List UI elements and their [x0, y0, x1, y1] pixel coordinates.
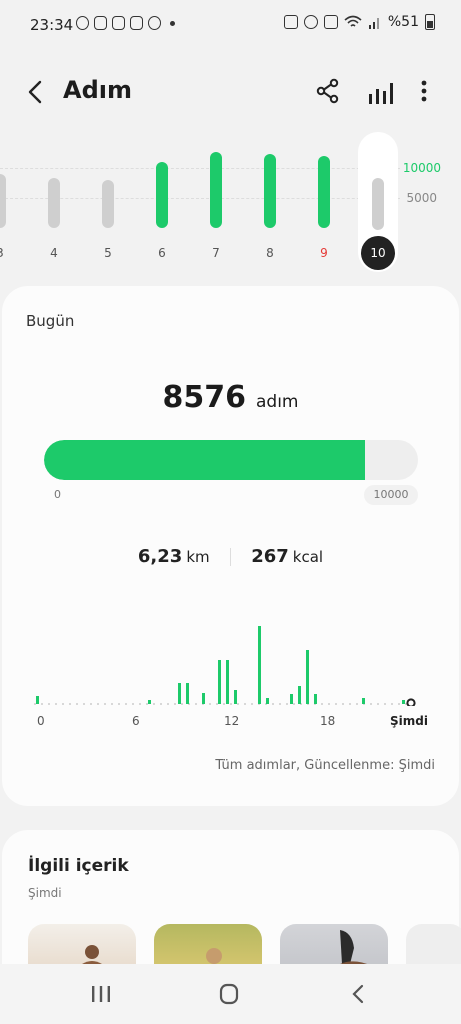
metrics-row: 6,23 km 267 kcal [2, 546, 459, 567]
back-nav-icon[interactable] [344, 982, 374, 1006]
step-unit: adım [256, 392, 299, 412]
day-bar-6[interactable] [156, 162, 168, 228]
selected-day[interactable]: 10 [358, 132, 398, 272]
battery-icon [425, 14, 435, 30]
day-label: 4 [50, 246, 58, 260]
statistics-icon[interactable] [365, 78, 395, 108]
hour-bar [178, 683, 181, 704]
weekly-steps-strip: 3 4 5 6 7 8 9 10 10000 5000 [0, 130, 461, 280]
goal-line [0, 168, 400, 169]
day-bar-4[interactable] [48, 178, 60, 228]
steps-summary: 8576 adım [2, 380, 459, 415]
app-bar: Adım [0, 62, 461, 122]
system-navigation-bar [0, 964, 461, 1024]
half-goal-line [0, 198, 400, 199]
battery-percent: %51 [387, 14, 419, 30]
day-bar-3[interactable] [0, 174, 6, 228]
day-label: 3 [0, 246, 10, 260]
hour-bar [258, 626, 261, 704]
hour-label: 12 [224, 714, 240, 728]
hour-bar [202, 693, 205, 704]
hourly-steps-chart[interactable] [34, 616, 424, 706]
step-count: 8576 [162, 380, 247, 415]
back-icon[interactable] [22, 76, 50, 108]
status-time: 23:34 [30, 16, 74, 34]
hour-label: 18 [320, 714, 336, 728]
goal-label-low: 5000 [406, 191, 437, 205]
notification-icons [76, 16, 175, 30]
progress-goal-label: 10000 [364, 485, 418, 505]
day-bar-7[interactable] [210, 152, 222, 228]
now-label: Şimdi [390, 714, 428, 728]
share-icon[interactable] [313, 76, 343, 106]
step-progress-fill [44, 440, 365, 480]
progress-min-label: 0 [54, 488, 61, 501]
day-label: 7 [212, 246, 220, 260]
hour-bar [226, 660, 229, 704]
distance-unit: km [186, 548, 210, 566]
day-bar-8[interactable] [264, 154, 276, 228]
home-icon[interactable] [214, 982, 244, 1006]
mute-icon [323, 15, 338, 29]
hour-label: 0 [37, 714, 45, 728]
hour-bar [266, 698, 269, 704]
calories-unit: kcal [292, 548, 324, 566]
wifi-icon [344, 15, 362, 27]
hour-bar [362, 698, 365, 704]
day-label: 5 [104, 246, 112, 260]
more-options-icon[interactable] [412, 76, 436, 106]
alarm-icon [303, 15, 318, 29]
instagram-icon [130, 16, 143, 30]
day-label: 9 [320, 246, 328, 260]
selected-day-badge: 10 [361, 236, 395, 270]
step-progress-bar [44, 440, 418, 480]
more-notifications-icon [170, 21, 175, 26]
recent-apps-icon[interactable] [86, 982, 116, 1006]
lock-icon [283, 15, 298, 29]
related-heading: İlgili içerik [28, 856, 129, 876]
hour-bar [218, 660, 221, 704]
day-label: 8 [266, 246, 274, 260]
status-bar: 23:34 %51 [0, 0, 461, 50]
hour-bar [234, 690, 237, 704]
hour-bar [314, 694, 317, 704]
hour-bar [306, 650, 309, 704]
day-bar-9[interactable] [318, 156, 330, 228]
hour-bar [186, 683, 189, 704]
day-bar-10 [372, 178, 384, 230]
whatsapp-icon [76, 16, 89, 30]
hour-bar [36, 696, 39, 704]
instagram-icon [112, 16, 125, 30]
today-card: Bugün 8576 adım 0 10000 6,23 km 267 kcal 0 … [2, 286, 459, 806]
hour-bar [298, 686, 301, 704]
day-label: 6 [158, 246, 166, 260]
hour-bar [402, 700, 405, 704]
now-marker [406, 698, 416, 706]
today-label: Bugün [26, 312, 75, 330]
hour-bar [148, 700, 151, 704]
hour-label: 6 [132, 714, 140, 728]
system-icons: %51 [283, 14, 435, 30]
update-note: Tüm adımlar, Güncellenme: Şimdi [215, 758, 435, 773]
shazam-icon [148, 16, 161, 30]
calories-value: 267 [251, 546, 289, 567]
hour-bar [290, 694, 293, 704]
divider [229, 548, 231, 566]
signal-icon [368, 18, 379, 29]
page-title: Adım [63, 76, 132, 104]
related-subheading: Şimdi [28, 886, 62, 900]
day-bar-5[interactable] [102, 180, 114, 228]
goal-label-high: 10000 [402, 161, 441, 175]
snapchat-icon [94, 16, 107, 30]
distance-value: 6,23 [137, 546, 183, 567]
